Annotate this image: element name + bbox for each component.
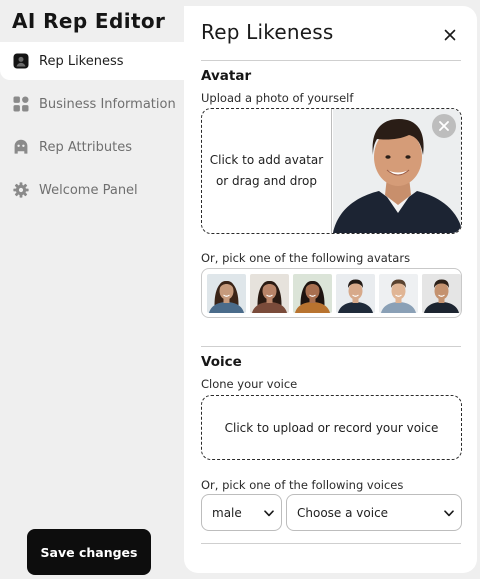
chevron-down-icon [264, 506, 274, 520]
gender-select[interactable]: male [201, 494, 282, 531]
voice-clone-caption: Clone your voice [201, 377, 298, 391]
sidebar-item-label: Welcome Panel [39, 182, 138, 198]
avatar-option[interactable] [293, 273, 332, 313]
avatar-pick-caption: Or, pick one of the following avatars [201, 251, 411, 265]
avatar-upload-area[interactable]: Click to add avatar or drag and drop [201, 108, 462, 234]
avatar-drop-line-1: Click to add avatar [209, 153, 324, 167]
voice-heading: Voice [201, 354, 242, 370]
avatar-option[interactable] [207, 273, 246, 313]
rep-likeness-icon [13, 53, 29, 69]
avatar-option[interactable] [379, 273, 418, 313]
avatar-option[interactable] [250, 273, 289, 313]
avatar-picker [201, 268, 462, 318]
avatar-drop-text: Click to add avatar or drag and drop [202, 109, 332, 233]
close-icon [438, 117, 450, 136]
avatar-option[interactable] [422, 273, 461, 313]
remove-photo-button[interactable] [432, 114, 456, 138]
avatar-option[interactable] [336, 273, 375, 313]
avatar-heading: Avatar [201, 68, 252, 84]
save-changes-button[interactable]: Save changes [27, 529, 151, 575]
sidebar-item-label: Rep Attributes [39, 139, 133, 155]
sidebar-item-rep-attributes[interactable]: Rep Attributes [0, 128, 184, 166]
avatar-upload-caption: Upload a photo of yourself [201, 91, 354, 105]
sidebar-item-business-information[interactable]: Business Information [0, 85, 184, 123]
gender-select-value: male [212, 505, 242, 520]
voice-upload-area[interactable]: Click to upload or record your voice [201, 395, 462, 460]
sidebar-item-label: Rep Likeness [39, 53, 124, 69]
panel-title: Rep Likeness [201, 20, 334, 44]
divider [201, 346, 461, 347]
gear-icon [13, 182, 29, 198]
sidebar-item-rep-likeness[interactable]: Rep Likeness [0, 42, 184, 80]
voice-pick-caption: Or, pick one of the following voices [201, 478, 404, 492]
rep-likeness-panel: Rep Likeness Avatar Upload a photo of yo… [184, 6, 477, 573]
voice-select[interactable]: Choose a voice [286, 494, 462, 531]
avatar-drop-line-2: or drag and drop [215, 174, 318, 188]
close-icon [444, 26, 456, 45]
voice-select-value: Choose a voice [297, 505, 389, 520]
rep-attributes-icon [13, 139, 29, 155]
divider [201, 543, 461, 544]
sidebar: Rep Likeness Business Information Rep At… [0, 42, 184, 214]
app-title: AI Rep Editor [12, 9, 166, 33]
grid-icon [13, 96, 29, 112]
sidebar-item-welcome-panel[interactable]: Welcome Panel [0, 171, 184, 209]
divider [201, 60, 461, 61]
sidebar-item-label: Business Information [39, 96, 176, 112]
close-button[interactable] [439, 24, 461, 46]
chevron-down-icon [444, 506, 454, 520]
